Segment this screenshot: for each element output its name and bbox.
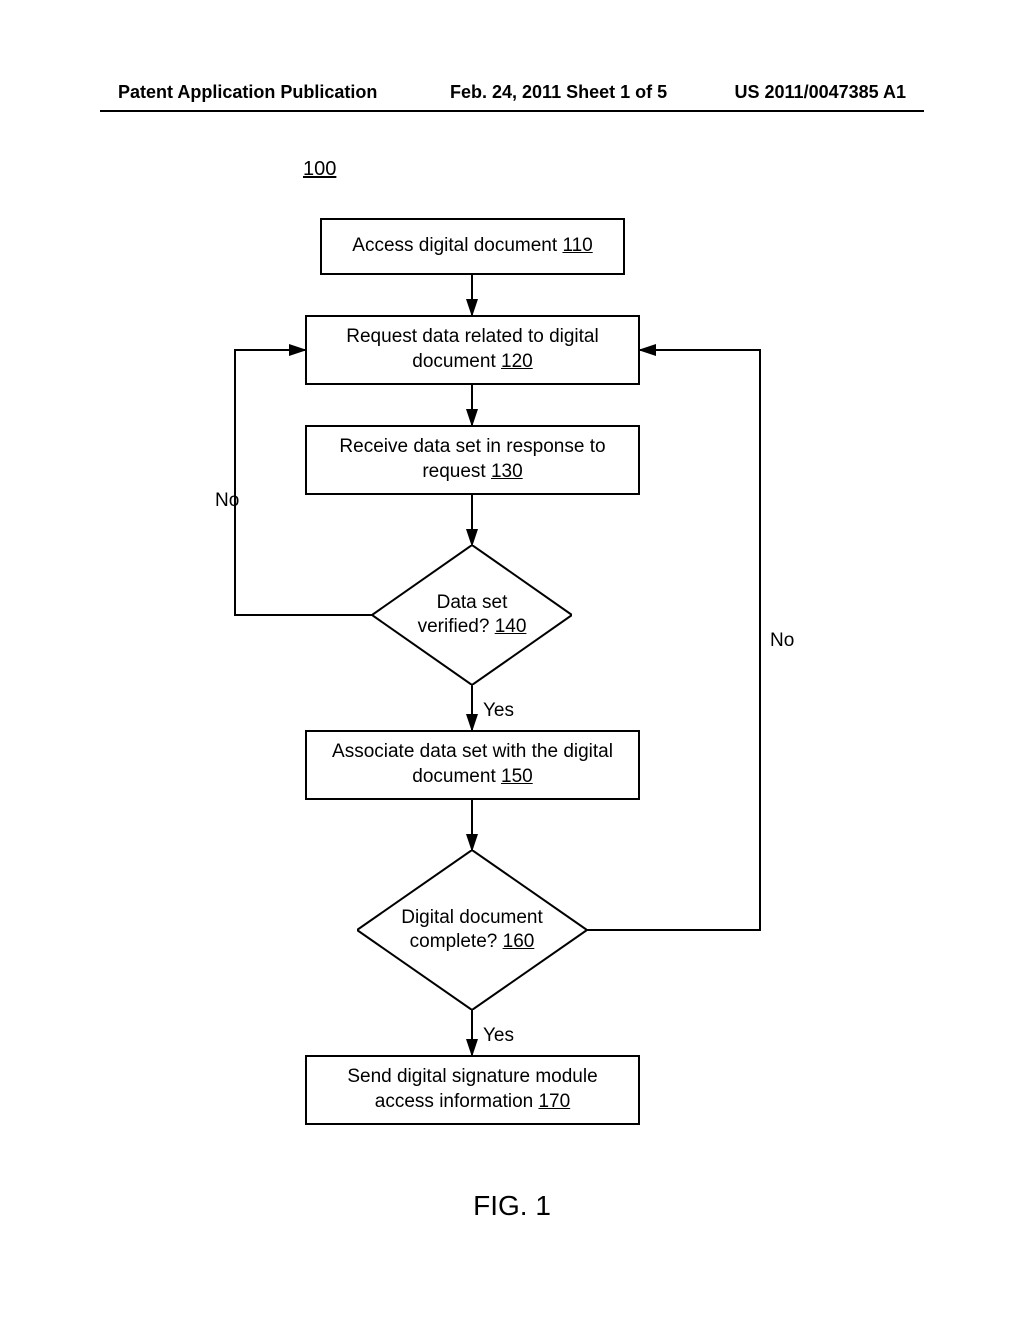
diamond-outline [372, 545, 572, 685]
flowchart-label-yes-1: Yes [483, 700, 514, 722]
step-text-line-1: Receive data set in response to [339, 435, 605, 460]
step-reference: 170 [538, 1091, 570, 1112]
page-header: Patent Application Publication Feb. 24, … [0, 82, 1024, 122]
step-reference: 130 [491, 461, 523, 482]
flowchart-step-receive-data: Receive data set in response to request … [305, 425, 640, 495]
flowchart-diagram: Access digital document 110 Request data… [120, 180, 904, 1180]
diamond-outline [357, 850, 587, 1010]
flowchart-step-access-document: Access digital document 110 [320, 218, 625, 275]
flowchart-label-yes-2: Yes [483, 1025, 514, 1047]
flowchart-label-no-right: No [770, 630, 794, 652]
flowchart-step-associate-data: Associate data set with the digital docu… [305, 730, 640, 800]
step-reference: 110 [562, 235, 592, 256]
step-text-line-2: document [412, 766, 495, 787]
flowchart-decision-verified: Data set verified? 140 [372, 545, 572, 685]
flowchart-decision-complete: Digital document complete? 160 [357, 850, 587, 1010]
step-text-line-1: Request data related to digital [346, 325, 598, 350]
patent-page: Patent Application Publication Feb. 24, … [0, 0, 1024, 1320]
header-date-sheet: Feb. 24, 2011 Sheet 1 of 5 [450, 82, 667, 103]
header-divider [100, 110, 924, 112]
figure-caption: FIG. 1 [0, 1190, 1024, 1222]
step-text-line-1: Associate data set with the digital [332, 740, 613, 765]
step-text-line-2: request [422, 461, 485, 482]
header-publication-type: Patent Application Publication [118, 82, 377, 103]
diagram-reference-number: 100 [303, 158, 336, 181]
step-reference: 150 [501, 766, 533, 787]
step-text-line-1: Send digital signature module [347, 1065, 597, 1090]
flowchart-label-no-left: No [215, 490, 239, 512]
step-text: Access digital document [352, 235, 557, 256]
step-text-line-2: document [412, 351, 495, 372]
step-text-line-2: access information [375, 1091, 533, 1112]
header-publication-number: US 2011/0047385 A1 [735, 82, 906, 103]
flowchart-step-send-signature: Send digital signature module access inf… [305, 1055, 640, 1125]
flowchart-step-request-data: Request data related to digital document… [305, 315, 640, 385]
step-reference: 120 [501, 351, 533, 372]
